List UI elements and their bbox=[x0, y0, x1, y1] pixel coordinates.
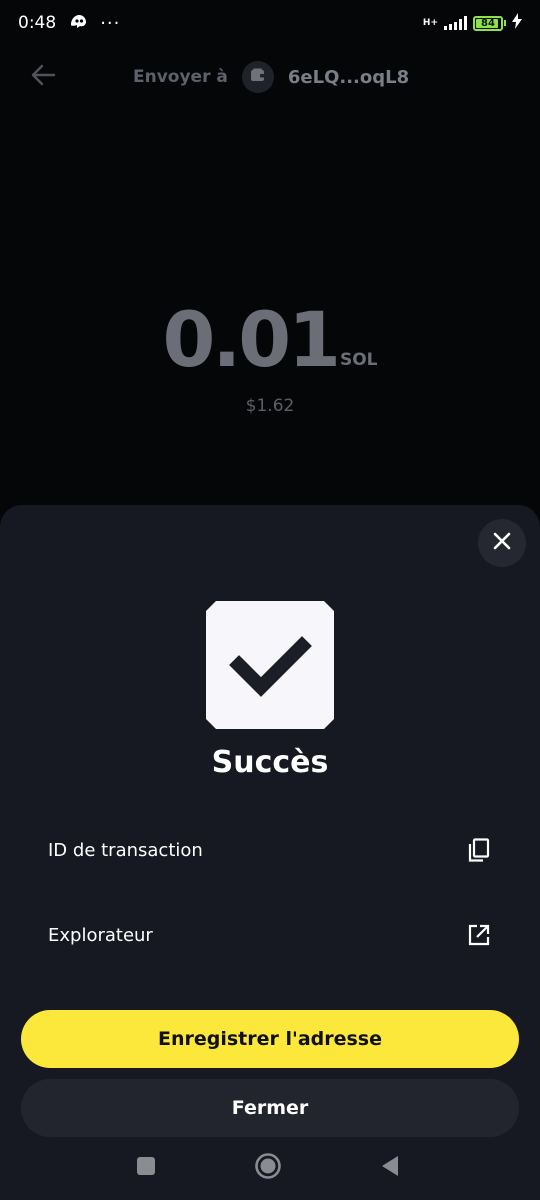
transaction-id-row[interactable]: ID de transaction bbox=[0, 820, 540, 880]
amount-value: 0.01 bbox=[162, 295, 341, 384]
back-button[interactable] bbox=[26, 60, 60, 94]
success-sheet: Succès ID de transaction Explorateur Enr… bbox=[0, 505, 540, 1200]
signal-icon bbox=[444, 16, 467, 30]
arrow-left-icon bbox=[30, 64, 56, 90]
amount-unit: SOL bbox=[339, 350, 378, 370]
header-center: Envoyer à 6eLQ...oqL8 bbox=[133, 52, 409, 102]
close-sheet-button[interactable]: Fermer bbox=[21, 1079, 519, 1137]
transaction-id-label: ID de transaction bbox=[48, 839, 203, 861]
copy-icon[interactable] bbox=[466, 837, 492, 863]
explorer-row[interactable]: Explorateur bbox=[0, 905, 540, 965]
circle-icon bbox=[254, 1152, 282, 1184]
header-title: Envoyer à bbox=[133, 67, 228, 87]
wallet-avatar bbox=[241, 61, 274, 93]
status-left: 0:48 ··· bbox=[18, 13, 120, 34]
recipient-address: 6eLQ...oqL8 bbox=[287, 66, 410, 88]
battery-level: 84 bbox=[481, 17, 495, 29]
nav-bar bbox=[0, 1140, 540, 1196]
save-address-button[interactable]: Enregistrer l'adresse bbox=[21, 1010, 519, 1068]
back-nav-button[interactable] bbox=[374, 1152, 406, 1184]
screen: 0:48 ··· H+ 84 Envoyer à 6eLQ...oqL8 0.0… bbox=[0, 0, 540, 1200]
success-badge bbox=[206, 601, 334, 729]
external-link-icon[interactable] bbox=[466, 922, 492, 948]
more-notifications-icon: ··· bbox=[100, 12, 121, 34]
home-button[interactable] bbox=[252, 1152, 284, 1184]
amount-fiat: $1.62 bbox=[245, 396, 295, 416]
explorer-label: Explorateur bbox=[48, 924, 153, 946]
status-bar: 0:48 ··· H+ 84 bbox=[0, 0, 540, 46]
status-time: 0:48 bbox=[18, 13, 57, 33]
network-type: H+ bbox=[422, 17, 438, 28]
recent-apps-button[interactable] bbox=[130, 1152, 162, 1184]
triangle-back-icon bbox=[380, 1155, 400, 1181]
status-right: H+ 84 bbox=[423, 13, 522, 33]
header: Envoyer à 6eLQ...oqL8 bbox=[0, 52, 540, 102]
close-button[interactable] bbox=[478, 519, 526, 567]
close-icon bbox=[492, 531, 512, 555]
square-icon bbox=[136, 1156, 156, 1180]
charging-icon bbox=[512, 13, 522, 33]
notification-app-icon bbox=[68, 13, 88, 34]
battery-icon: 84 bbox=[473, 15, 503, 31]
success-title: Succès bbox=[211, 745, 329, 780]
battery-tip bbox=[504, 20, 506, 26]
amount-block: 0.01 SOL $1.62 bbox=[0, 300, 540, 417]
wallet-icon bbox=[250, 67, 266, 87]
amount-row: 0.01 SOL bbox=[162, 300, 377, 380]
